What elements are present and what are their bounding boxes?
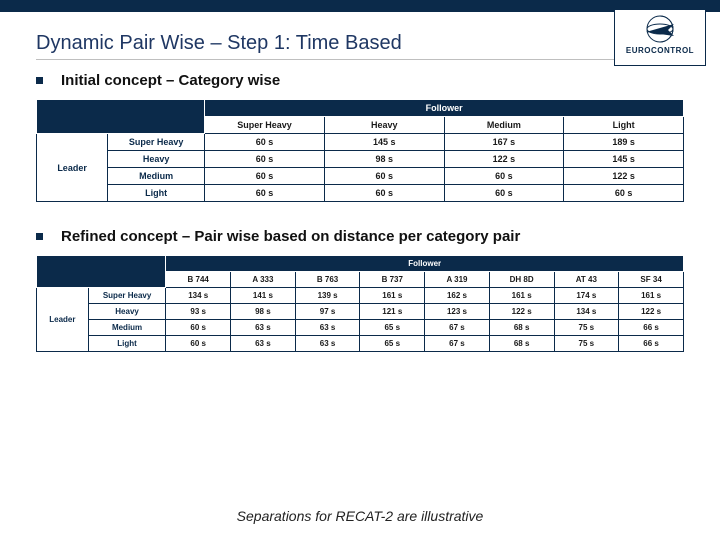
col-header: Medium xyxy=(444,117,564,134)
cell: 161 s xyxy=(619,288,684,304)
cell: 60 s xyxy=(324,168,444,185)
logo-text: EUROCONTROL xyxy=(626,46,694,55)
row-label: Super Heavy xyxy=(108,134,205,151)
cell: 60 s xyxy=(444,168,564,185)
col-header: AT 43 xyxy=(554,272,619,288)
cell: 66 s xyxy=(619,320,684,336)
table-row: Light 60 s 63 s 63 s 65 s 67 s 68 s 75 s… xyxy=(37,336,684,352)
cell: 68 s xyxy=(489,320,554,336)
col-header: Heavy xyxy=(324,117,444,134)
cell: 60 s xyxy=(205,168,325,185)
cell: 65 s xyxy=(360,320,425,336)
cell: 121 s xyxy=(360,304,425,320)
row-label: Medium xyxy=(88,320,166,336)
col-header: B 737 xyxy=(360,272,425,288)
table-row: Medium 60 s 63 s 63 s 65 s 67 s 68 s 75 … xyxy=(37,320,684,336)
bullet-icon xyxy=(36,77,43,84)
row-label: Heavy xyxy=(88,304,166,320)
corner-cell xyxy=(37,256,166,288)
pairwise-table: Follower B 744 A 333 B 763 B 737 A 319 D… xyxy=(36,255,684,352)
cell: 67 s xyxy=(425,320,490,336)
table-row: Follower xyxy=(37,100,684,117)
cell: 75 s xyxy=(554,336,619,352)
section2-heading-row: Refined concept – Pair wise based on dis… xyxy=(36,228,684,245)
cell: 98 s xyxy=(231,304,296,320)
slide-title: Dynamic Pair Wise – Step 1: Time Based xyxy=(36,32,684,55)
cell: 93 s xyxy=(166,304,231,320)
cell: 75 s xyxy=(554,320,619,336)
follower-header: Follower xyxy=(205,100,684,117)
cell: 60 s xyxy=(205,134,325,151)
cell: 67 s xyxy=(425,336,490,352)
cell: 60 s xyxy=(205,185,325,202)
cell: 167 s xyxy=(444,134,564,151)
leader-header: Leader xyxy=(37,288,89,352)
eurocontrol-logo: EUROCONTROL xyxy=(614,10,706,66)
col-header: Light xyxy=(564,117,684,134)
logo-icon xyxy=(638,14,682,44)
cell: 60 s xyxy=(166,336,231,352)
cell: 122 s xyxy=(619,304,684,320)
category-table: Follower Super Heavy Heavy Medium Light … xyxy=(36,99,684,202)
col-header: A 333 xyxy=(231,272,296,288)
bullet-icon xyxy=(36,233,43,240)
cell: 60 s xyxy=(324,185,444,202)
follower-header: Follower xyxy=(166,256,684,272)
cell: 189 s xyxy=(564,134,684,151)
cell: 122 s xyxy=(489,304,554,320)
cell: 60 s xyxy=(564,185,684,202)
cell: 123 s xyxy=(425,304,490,320)
col-header: SF 34 xyxy=(619,272,684,288)
table-row: Heavy 60 s 98 s 122 s 145 s xyxy=(37,151,684,168)
col-header: A 319 xyxy=(425,272,490,288)
table-row: Light 60 s 60 s 60 s 60 s xyxy=(37,185,684,202)
title-rule xyxy=(36,59,684,60)
cell: 134 s xyxy=(166,288,231,304)
cell: 162 s xyxy=(425,288,490,304)
cell: 63 s xyxy=(295,320,360,336)
section1-heading: Initial concept – Category wise xyxy=(61,72,280,89)
cell: 63 s xyxy=(231,336,296,352)
col-header: Super Heavy xyxy=(205,117,325,134)
col-header: B 744 xyxy=(166,272,231,288)
row-label: Light xyxy=(88,336,166,352)
cell: 161 s xyxy=(489,288,554,304)
corner-cell xyxy=(37,100,205,134)
cell: 66 s xyxy=(619,336,684,352)
row-label: Medium xyxy=(108,168,205,185)
cell: 141 s xyxy=(231,288,296,304)
section2-heading: Refined concept – Pair wise based on dis… xyxy=(61,228,520,245)
cell: 63 s xyxy=(231,320,296,336)
top-bar xyxy=(0,0,720,12)
footnote: Separations for RECAT-2 are illustrative xyxy=(0,508,720,524)
col-header: B 763 xyxy=(295,272,360,288)
cell: 145 s xyxy=(324,134,444,151)
row-label: Super Heavy xyxy=(88,288,166,304)
table-row: Leader Super Heavy 60 s 145 s 167 s 189 … xyxy=(37,134,684,151)
cell: 122 s xyxy=(564,168,684,185)
cell: 98 s xyxy=(324,151,444,168)
col-header: DH 8D xyxy=(489,272,554,288)
cell: 122 s xyxy=(444,151,564,168)
cell: 60 s xyxy=(444,185,564,202)
table-row: Leader Super Heavy 134 s 141 s 139 s 161… xyxy=(37,288,684,304)
cell: 161 s xyxy=(360,288,425,304)
table-row: Medium 60 s 60 s 60 s 122 s xyxy=(37,168,684,185)
cell: 60 s xyxy=(166,320,231,336)
section1-heading-row: Initial concept – Category wise xyxy=(36,72,684,89)
cell: 68 s xyxy=(489,336,554,352)
cell: 63 s xyxy=(295,336,360,352)
cell: 97 s xyxy=(295,304,360,320)
cell: 134 s xyxy=(554,304,619,320)
leader-header: Leader xyxy=(37,134,108,202)
table-row: Heavy 93 s 98 s 97 s 121 s 123 s 122 s 1… xyxy=(37,304,684,320)
table-row: Follower xyxy=(37,256,684,272)
cell: 60 s xyxy=(205,151,325,168)
cell: 139 s xyxy=(295,288,360,304)
row-label: Light xyxy=(108,185,205,202)
cell: 174 s xyxy=(554,288,619,304)
cell: 145 s xyxy=(564,151,684,168)
row-label: Heavy xyxy=(108,151,205,168)
cell: 65 s xyxy=(360,336,425,352)
